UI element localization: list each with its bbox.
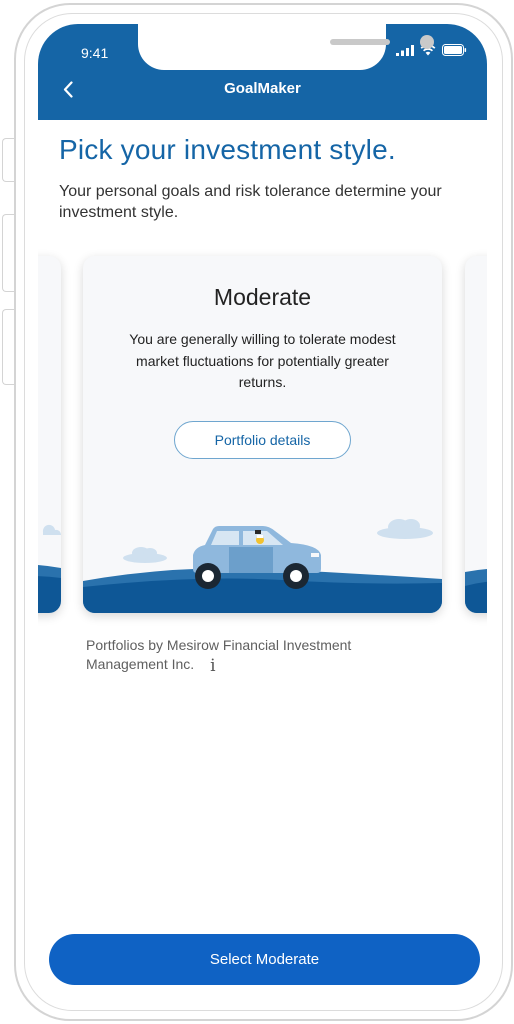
- cloud-left: [123, 547, 167, 563]
- signal-icon: [396, 44, 414, 56]
- next-card-landscape: [465, 568, 487, 613]
- previous-card-landscape: [38, 524, 61, 613]
- card-description: You are generally willing to tolerate mo…: [129, 331, 396, 390]
- app-screen: 9:41 GoalMaker Pick your investment styl…: [38, 24, 487, 1000]
- next-style-card[interactable]: [465, 256, 487, 613]
- cloud-right: [377, 519, 433, 539]
- portfolio-details-button[interactable]: Portfolio details: [174, 421, 351, 459]
- select-style-button[interactable]: Select Moderate: [49, 934, 480, 985]
- page-title: Pick your investment style.: [59, 134, 396, 165]
- status-time: 9:41: [81, 45, 109, 61]
- info-icon[interactable]: i: [210, 657, 215, 676]
- front-camera: [420, 35, 434, 49]
- previous-style-card[interactable]: [38, 256, 61, 613]
- device-notch: [138, 24, 434, 70]
- card-title: Moderate: [213, 284, 312, 310]
- moderate-style-card[interactable]: Moderate You are generally willing to to…: [83, 256, 442, 613]
- front-wheel: [195, 563, 221, 589]
- provider-footnote: Portfolios by Mesirow Financial Investme…: [86, 636, 406, 676]
- app-header: 9:41 GoalMaker: [38, 24, 487, 120]
- rear-wheel: [283, 563, 309, 589]
- car-illustration: [83, 519, 442, 613]
- speaker-grille: [330, 39, 390, 45]
- battery-icon: [442, 44, 467, 56]
- nav-title: GoalMaker: [224, 80, 301, 97]
- page-subtitle: Your personal goals and risk tolerance d…: [59, 183, 442, 221]
- footnote-text: Portfolios by Mesirow Financial Investme…: [86, 637, 352, 672]
